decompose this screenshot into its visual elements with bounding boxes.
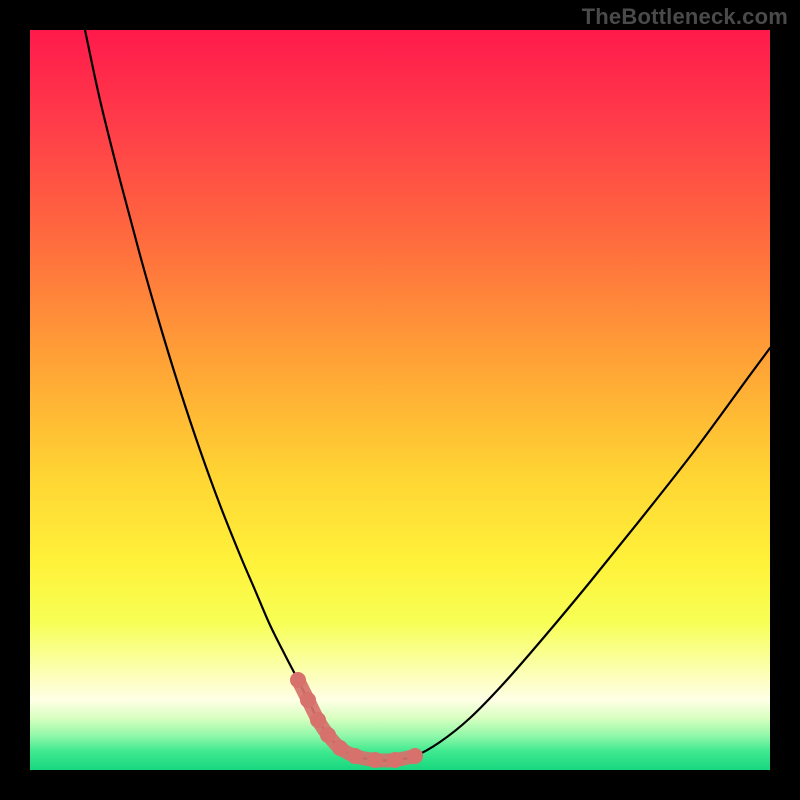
chart-frame: TheBottleneck.com [0, 0, 800, 800]
marker-dot [310, 712, 326, 728]
marker-dot [300, 692, 316, 708]
bottleneck-curve [85, 30, 770, 761]
marker-dot [320, 727, 336, 743]
marker-dot [347, 748, 363, 764]
marker-dot [332, 740, 348, 756]
marker-dot [407, 748, 423, 764]
plot-area [30, 30, 770, 770]
marker-dot [367, 752, 383, 768]
watermark-text: TheBottleneck.com [582, 4, 788, 30]
marker-dot [387, 752, 403, 768]
curve-layer [30, 30, 770, 770]
marker-dot [290, 672, 306, 688]
